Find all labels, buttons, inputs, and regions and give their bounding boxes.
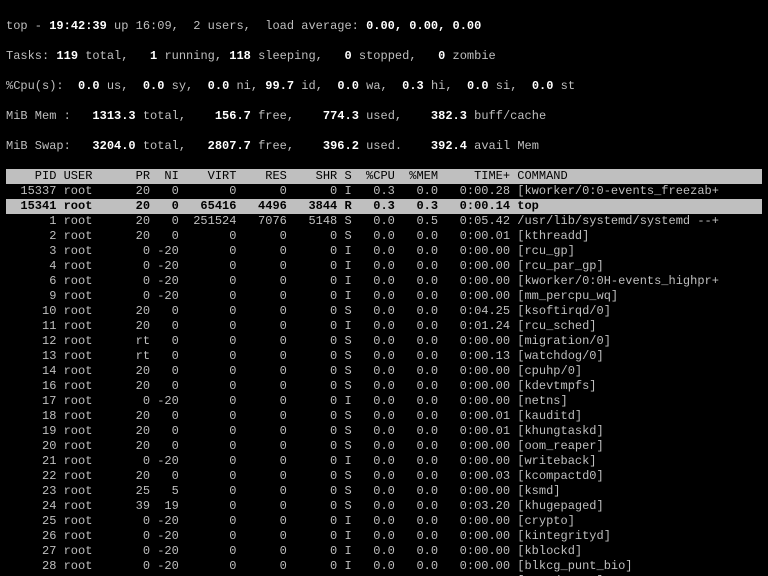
process-row: 12 root rt 0 0 0 0 S 0.0 0.0 0:00.00 [mi… <box>6 334 762 349</box>
process-row: 19 root 20 0 0 0 0 S 0.0 0.0 0:00.01 [kh… <box>6 424 762 439</box>
process-row: 6 root 0 -20 0 0 0 I 0.0 0.0 0:00.00 [kw… <box>6 274 762 289</box>
process-row: 2 root 20 0 0 0 0 S 0.0 0.0 0:00.01 [kth… <box>6 229 762 244</box>
process-row: 28 root 0 -20 0 0 0 I 0.0 0.0 0:00.00 [b… <box>6 559 762 574</box>
process-row: 1 root 20 0 251524 7076 5148 S 0.0 0.5 0… <box>6 214 762 229</box>
top-summary-line-mem: MiB Mem : 1313.3 total, 156.7 free, 774.… <box>6 94 762 124</box>
process-table-header: PID USER PR NI VIRT RES SHR S %CPU %MEM … <box>6 169 762 184</box>
process-table-body: 15337 root 20 0 0 0 0 I 0.3 0.0 0:00.28 … <box>6 184 762 576</box>
process-row: 9 root 0 -20 0 0 0 I 0.0 0.0 0:00.00 [mm… <box>6 289 762 304</box>
process-row: 10 root 20 0 0 0 0 S 0.0 0.0 0:04.25 [ks… <box>6 304 762 319</box>
process-row: 22 root 20 0 0 0 0 S 0.0 0.0 0:00.03 [kc… <box>6 469 762 484</box>
process-row: 25 root 0 -20 0 0 0 I 0.0 0.0 0:00.00 [c… <box>6 514 762 529</box>
process-row: 4 root 0 -20 0 0 0 I 0.0 0.0 0:00.00 [rc… <box>6 259 762 274</box>
process-row: 15341 root 20 0 65416 4496 3844 R 0.3 0.… <box>6 199 762 214</box>
top-summary-line-1: top - 19:42:39 up 16:09, 2 users, load a… <box>6 4 762 34</box>
process-row: 14 root 20 0 0 0 0 S 0.0 0.0 0:00.00 [cp… <box>6 364 762 379</box>
top-summary-line-tasks: Tasks: 119 total, 1 running, 118 sleepin… <box>6 34 762 64</box>
top-summary-line-cpu: %Cpu(s): 0.0 us, 0.0 sy, 0.0 ni, 99.7 id… <box>6 64 762 94</box>
process-row: 26 root 0 -20 0 0 0 I 0.0 0.0 0:00.00 [k… <box>6 529 762 544</box>
process-row: 21 root 0 -20 0 0 0 I 0.0 0.0 0:00.00 [w… <box>6 454 762 469</box>
process-row: 17 root 0 -20 0 0 0 I 0.0 0.0 0:00.00 [n… <box>6 394 762 409</box>
process-row: 18 root 20 0 0 0 0 S 0.0 0.0 0:00.01 [ka… <box>6 409 762 424</box>
top-summary-line-swap: MiB Swap: 3204.0 total, 2807.7 free, 396… <box>6 124 762 154</box>
process-row: 24 root 39 19 0 0 0 S 0.0 0.0 0:03.20 [k… <box>6 499 762 514</box>
process-row: 15337 root 20 0 0 0 0 I 0.3 0.0 0:00.28 … <box>6 184 762 199</box>
process-row: 16 root 20 0 0 0 0 S 0.0 0.0 0:00.00 [kd… <box>6 379 762 394</box>
process-row: 13 root rt 0 0 0 0 S 0.0 0.0 0:00.13 [wa… <box>6 349 762 364</box>
blank-line <box>6 154 762 169</box>
process-row: 3 root 0 -20 0 0 0 I 0.0 0.0 0:00.00 [rc… <box>6 244 762 259</box>
process-row: 11 root 20 0 0 0 0 I 0.0 0.0 0:01.24 [rc… <box>6 319 762 334</box>
process-row: 27 root 0 -20 0 0 0 I 0.0 0.0 0:00.00 [k… <box>6 544 762 559</box>
process-row: 20 root 20 0 0 0 0 S 0.0 0.0 0:00.00 [oo… <box>6 439 762 454</box>
process-row: 23 root 25 5 0 0 0 S 0.0 0.0 0:00.00 [ks… <box>6 484 762 499</box>
